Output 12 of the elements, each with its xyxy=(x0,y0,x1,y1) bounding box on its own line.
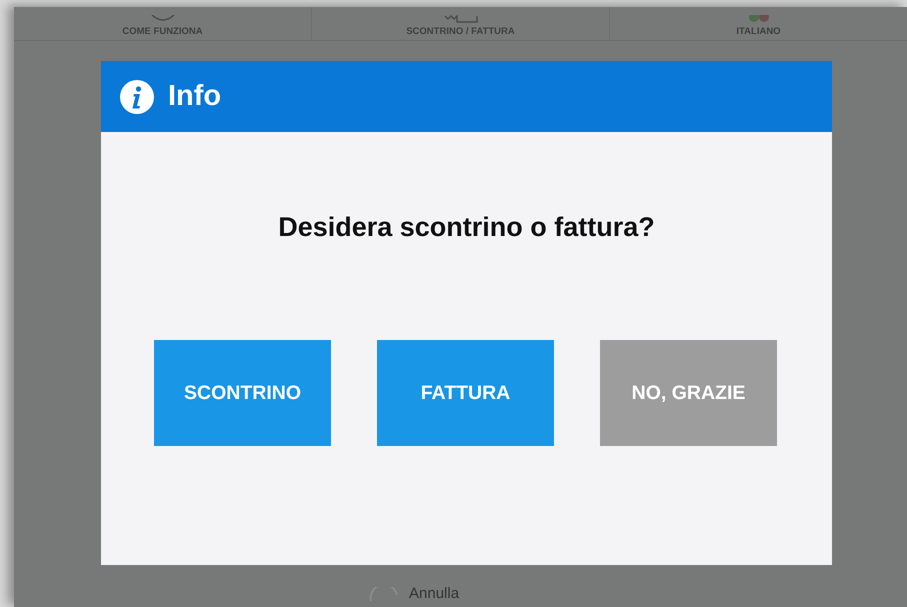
flag-icon xyxy=(748,15,770,23)
nav-tab[interactable]: SCONTRINO / FATTURA xyxy=(312,7,610,40)
decline-button[interactable]: NO, GRAZIE xyxy=(600,340,777,446)
nav-tab[interactable]: ITALIANO xyxy=(610,7,907,40)
receipt-icon xyxy=(444,15,478,23)
choice-button[interactable]: FATTURA xyxy=(377,340,554,446)
dialog-title: Info xyxy=(168,80,222,113)
info-icon xyxy=(120,80,154,114)
dialog-question: Desidera scontrino o fattura? xyxy=(277,212,656,243)
choice-button[interactable]: SCONTRINO xyxy=(154,340,331,446)
cancel-link[interactable]: Annulla xyxy=(409,585,460,602)
nav-tab[interactable]: COME FUNZIONA xyxy=(14,7,312,40)
